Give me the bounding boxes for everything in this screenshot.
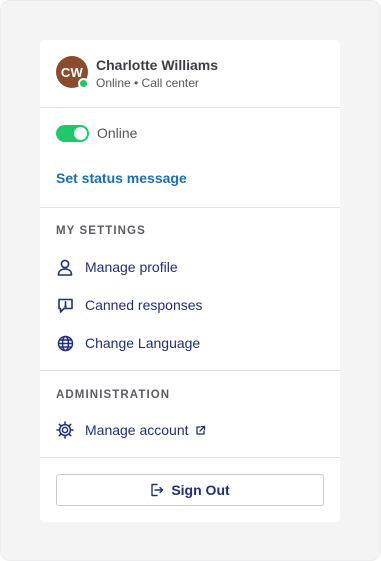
divider bbox=[40, 457, 340, 458]
my-settings-heading: MY SETTINGS bbox=[56, 225, 146, 237]
menu-item-label: Change Language bbox=[85, 335, 201, 351]
menu-item-label: Manage account bbox=[85, 422, 189, 438]
divider bbox=[40, 207, 340, 208]
chat-bubble-icon bbox=[56, 296, 74, 314]
user-status-subtitle: Online • Call center bbox=[96, 76, 199, 90]
user-icon bbox=[56, 258, 74, 276]
menu-item-manage-account[interactable]: Manage account bbox=[56, 419, 206, 441]
administration-heading: ADMINISTRATION bbox=[56, 389, 171, 401]
menu-item-change-language[interactable]: Change Language bbox=[56, 332, 200, 354]
globe-icon bbox=[56, 334, 74, 352]
menu-item-canned-responses[interactable]: Canned responses bbox=[56, 294, 203, 316]
menu-item-label: Canned responses bbox=[85, 297, 203, 313]
online-toggle-label: Online bbox=[97, 125, 138, 141]
user-name: Charlotte Williams bbox=[96, 57, 219, 73]
presence-indicator bbox=[78, 78, 89, 89]
menu-item-manage-profile[interactable]: Manage profile bbox=[56, 256, 178, 278]
divider bbox=[40, 370, 340, 371]
set-status-message-link[interactable]: Set status message bbox=[56, 170, 187, 186]
online-toggle[interactable] bbox=[56, 125, 89, 142]
user-menu-panel: CW Charlotte Williams Online • Call cent… bbox=[40, 40, 340, 522]
toggle-knob bbox=[74, 127, 87, 140]
menu-item-label: Manage profile bbox=[85, 259, 178, 275]
sign-out-button[interactable]: Sign Out bbox=[56, 474, 324, 506]
sign-out-label: Sign Out bbox=[171, 482, 230, 498]
gear-icon bbox=[56, 421, 74, 439]
sign-out-icon bbox=[150, 483, 164, 497]
divider bbox=[40, 107, 340, 108]
external-link-icon bbox=[195, 425, 206, 436]
